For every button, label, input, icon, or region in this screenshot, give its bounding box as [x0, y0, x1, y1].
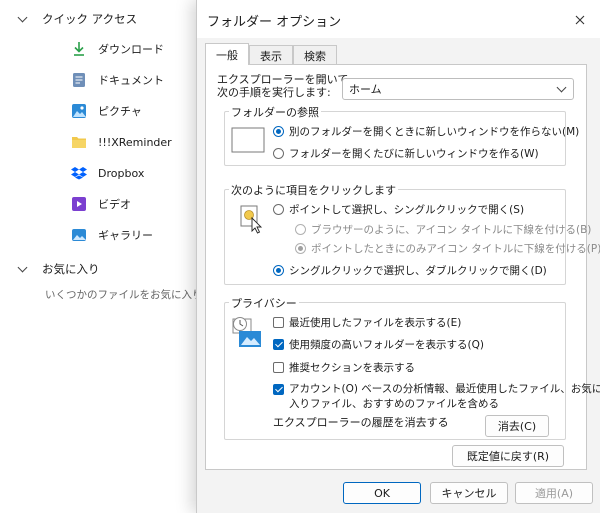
window-illustration-icon	[231, 127, 265, 153]
document-icon	[70, 71, 88, 89]
radio-button[interactable]	[273, 265, 284, 276]
nav-item-gallery[interactable]: ギャラリー	[70, 224, 153, 246]
favorites-label: お気に入り	[42, 262, 100, 276]
nav-item-label: ダウンロード	[98, 43, 164, 56]
quick-access-header[interactable]: クイック アクセス	[18, 9, 137, 29]
restore-defaults-button[interactable]: 既定値に戻す(R)	[452, 445, 564, 467]
chevron-down-icon	[18, 264, 28, 274]
apply-button[interactable]: 適用(A)	[515, 482, 593, 504]
privacy-illustration-icon	[232, 317, 261, 347]
nav-item-label: ピクチャ	[98, 105, 142, 118]
quick-access-label: クイック アクセス	[42, 12, 138, 26]
option-new-window[interactable]: フォルダーを開くたびに新しいウィンドウを作る(W)	[273, 146, 539, 161]
open-explorer-label-2: 次の手順を実行します:	[217, 86, 331, 99]
check-label: 最近使用したファイルを表示する(E)	[289, 317, 462, 329]
nav-item-label: ビデオ	[98, 198, 131, 211]
download-icon	[70, 40, 88, 58]
click-items-group: 次のように項目をクリックします ポイントして選択し、シングルクリックで開く(S)…	[224, 182, 600, 285]
browse-folders-title: フォルダーの参照	[229, 104, 321, 120]
nav-item-label: Dropbox	[98, 166, 145, 180]
ok-button[interactable]: OK	[343, 482, 421, 504]
tab-strip: 一般 表示 検索	[205, 43, 337, 65]
folder-options-dialog: フォルダー オプション 一般 表示 検索 エクスプローラーを開いて、 次の手順を…	[196, 0, 600, 513]
close-button[interactable]	[567, 8, 593, 32]
gallery-icon	[70, 226, 88, 244]
check-label-line1: アカウント(O) ベースの分析情報、最近使用したファイル、お気に	[289, 383, 600, 395]
check-recent-files[interactable]: 最近使用したファイルを表示する(E)	[273, 315, 461, 330]
option-single-click[interactable]: ポイントして選択し、シングルクリックで開く(S)	[273, 202, 524, 217]
checkbox[interactable]	[273, 317, 284, 328]
option-label: ポイントしたときにのみアイコン タイトルに下線を付ける(P)	[311, 243, 600, 255]
nav-item-documents[interactable]: ドキュメント	[70, 69, 164, 91]
check-label: 推奨セクションを表示する	[289, 362, 415, 374]
check-recommended[interactable]: 推奨セクションを表示する	[273, 360, 415, 375]
checkbox[interactable]	[273, 362, 284, 373]
nav-item-dropbox[interactable]: Dropbox	[70, 162, 144, 184]
radio-button[interactable]	[273, 204, 284, 215]
open-explorer-label-1: エクスプローラーを開いて、	[217, 73, 359, 86]
option-label: シングルクリックで選択し、ダブルクリックで開く(D)	[289, 265, 547, 277]
option-underline-point[interactable]: ポイントしたときにのみアイコン タイトルに下線を付ける(P)	[295, 241, 600, 256]
option-same-window[interactable]: 別のフォルダーを開くときに新しいウィンドウを作らない(M)	[273, 124, 579, 139]
nav-item-xreminder[interactable]: !!!XReminder	[70, 131, 172, 153]
chevron-down-icon	[556, 82, 567, 93]
check-label-block: アカウント(O) ベースの分析情報、最近使用したファイル、お気に 入りファイル、…	[289, 382, 600, 412]
option-label: ポイントして選択し、シングルクリックで開く(S)	[289, 204, 525, 216]
option-label: ブラウザーのように、アイコン タイトルに下線を付ける(B)	[311, 224, 592, 236]
checkbox[interactable]	[273, 339, 284, 350]
check-label-line2: 入りファイル、おすすめのファイルを含める	[289, 398, 499, 410]
tab-search[interactable]: 検索	[293, 45, 337, 65]
close-icon	[575, 15, 585, 25]
pictures-icon	[70, 102, 88, 120]
nav-item-label: ギャラリー	[98, 229, 153, 242]
nav-item-label: !!!XReminder	[98, 135, 172, 149]
checkbox[interactable]	[273, 384, 284, 395]
option-label: フォルダーを開くたびに新しいウィンドウを作る(W)	[289, 148, 539, 160]
privacy-group: プライバシー 最近使用したファイルを表示する(E) 使用頻度の高いフォルダーを表…	[224, 295, 600, 440]
clear-history-label: エクスプローラーの履歴を消去する	[273, 416, 449, 429]
click-items-title: 次のように項目をクリックします	[229, 182, 398, 198]
radio-button[interactable]	[273, 126, 284, 137]
video-icon	[70, 195, 88, 213]
general-tab-panel: エクスプローラーを開いて、 次の手順を実行します: ホーム フォルダーの参照 別…	[205, 64, 600, 470]
check-frequent-folders[interactable]: 使用頻度の高いフォルダーを表示する(Q)	[273, 337, 484, 352]
option-double-click[interactable]: シングルクリックで選択し、ダブルクリックで開く(D)	[273, 263, 547, 278]
open-explorer-select[interactable]: ホーム	[342, 78, 574, 100]
tab-view[interactable]: 表示	[249, 45, 293, 65]
nav-item-videos[interactable]: ビデオ	[70, 193, 131, 215]
favorites-header[interactable]: お気に入り	[18, 259, 100, 279]
radio-button[interactable]	[273, 148, 284, 159]
dropbox-icon	[70, 164, 88, 182]
click-illustration-icon	[240, 205, 263, 234]
nav-item-label: ドキュメント	[98, 74, 164, 87]
check-label: 使用頻度の高いフォルダーを表示する(Q)	[289, 339, 484, 351]
chevron-down-icon	[18, 14, 28, 24]
dialog-titlebar[interactable]: フォルダー オプション	[197, 0, 600, 38]
tab-general[interactable]: 一般	[205, 43, 249, 65]
folder-icon	[70, 133, 88, 151]
open-explorer-value: ホーム	[349, 83, 382, 96]
dialog-title: フォルダー オプション	[207, 15, 342, 30]
option-label: 別のフォルダーを開くときに新しいウィンドウを作らない(M)	[289, 126, 580, 138]
check-account-insights[interactable]: アカウント(O) ベースの分析情報、最近使用したファイル、お気に 入りファイル、…	[273, 382, 600, 412]
nav-item-pictures[interactable]: ピクチャ	[70, 100, 142, 122]
browse-folders-group: フォルダーの参照 別のフォルダーを開くときに新しいウィンドウを作らない(M) フ…	[224, 104, 579, 166]
privacy-title: プライバシー	[229, 295, 299, 311]
nav-item-downloads[interactable]: ダウンロード	[70, 38, 164, 60]
cancel-button[interactable]: キャンセル	[430, 482, 508, 504]
radio-button[interactable]	[295, 243, 306, 254]
clear-button[interactable]: 消去(C)	[485, 415, 549, 437]
radio-button[interactable]	[295, 224, 306, 235]
option-underline-browser[interactable]: ブラウザーのように、アイコン タイトルに下線を付ける(B)	[295, 222, 591, 237]
